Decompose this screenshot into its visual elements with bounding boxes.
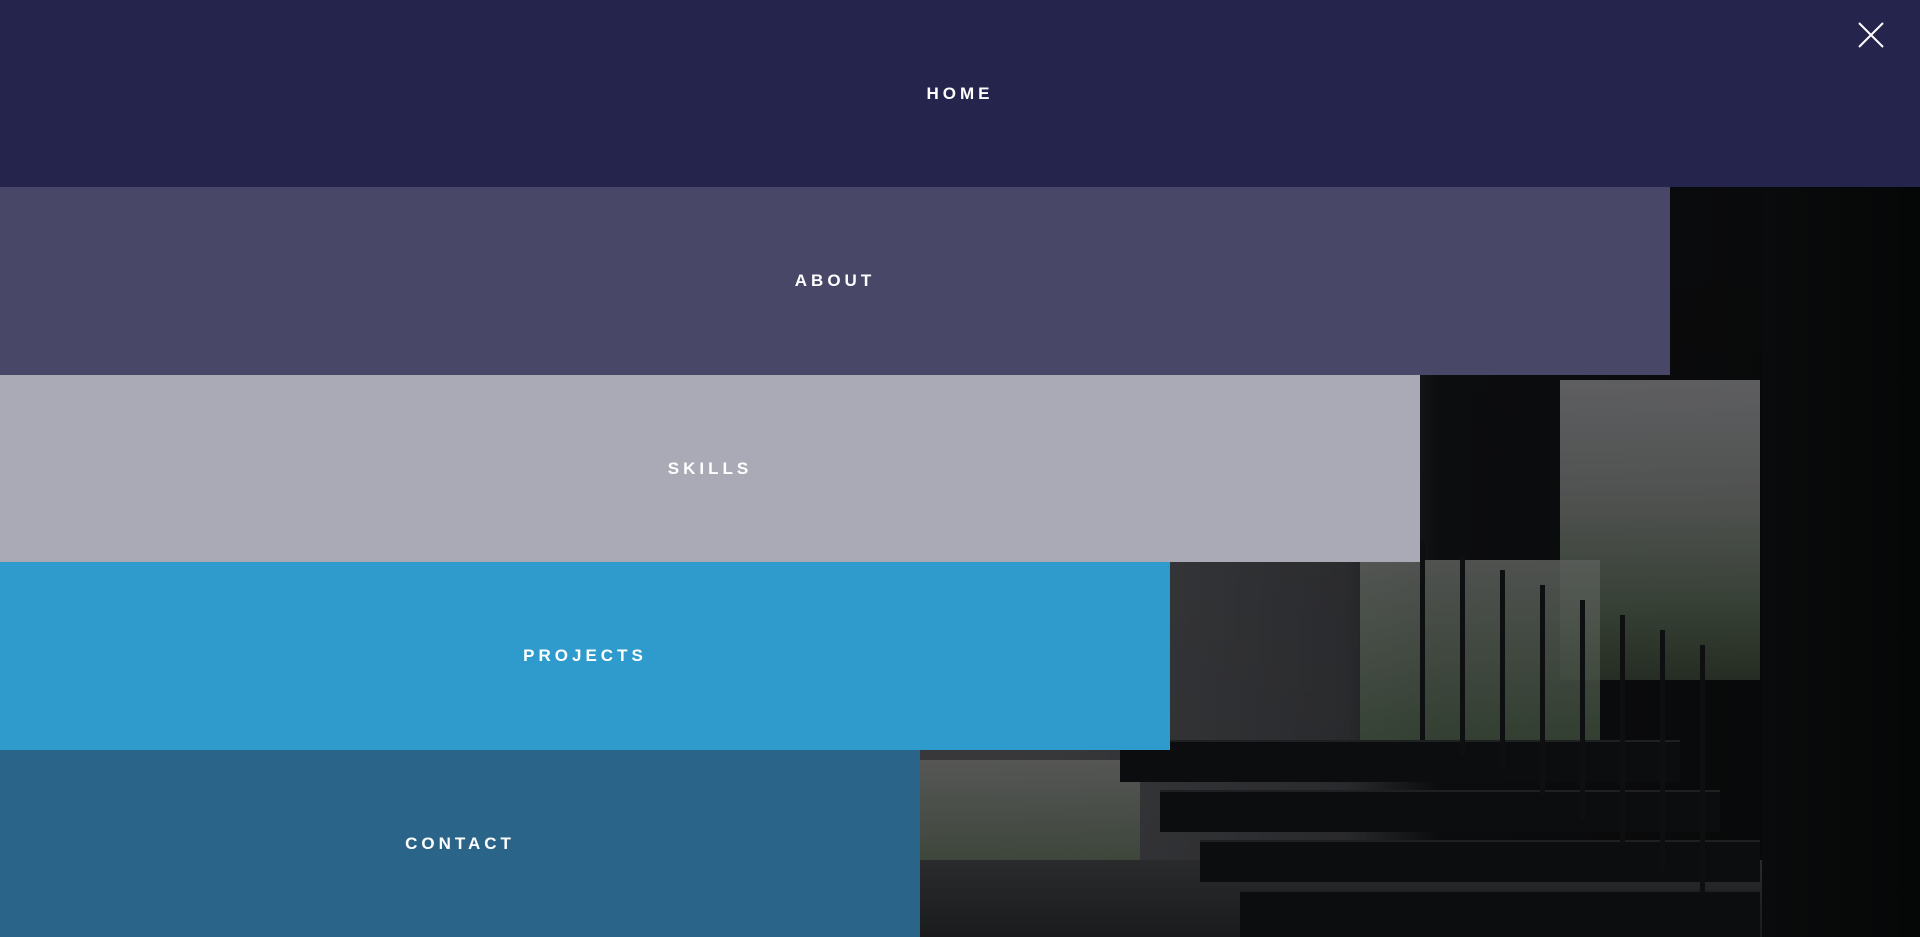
close-icon	[1858, 22, 1884, 48]
baluster	[1620, 615, 1625, 845]
menu-item-about[interactable]: ABOUT	[0, 187, 1670, 375]
baluster	[1660, 630, 1665, 870]
stair-step	[1160, 790, 1720, 832]
stair-step	[1240, 890, 1760, 937]
wall-pillar	[1762, 150, 1920, 937]
baluster	[1580, 600, 1585, 820]
baluster	[1500, 570, 1505, 770]
menu-item-label: PROJECTS	[523, 646, 647, 665]
menu-item-label: SKILLS	[667, 458, 753, 478]
window-light	[1360, 560, 1600, 740]
menu-item-label: CONTACT	[405, 833, 515, 853]
menu-item-projects[interactable]: PROJECTS	[0, 562, 1170, 750]
menu-item-skills[interactable]: SKILLS	[0, 375, 1420, 562]
baluster	[1700, 645, 1705, 895]
menu-item-home[interactable]: HOME	[0, 0, 1920, 187]
close-menu-button[interactable]	[1856, 20, 1886, 50]
baluster	[1420, 540, 1425, 740]
stair-step	[1120, 740, 1680, 782]
fullscreen-menu-overlay: HOME ABOUT SKILLS PROJECTS CONTACT	[0, 0, 1920, 937]
baluster	[1540, 585, 1545, 795]
menu-item-contact[interactable]: CONTACT	[0, 750, 920, 937]
baluster	[1460, 555, 1465, 755]
menu-item-label: HOME	[926, 83, 994, 103]
stair-step	[1200, 840, 1760, 882]
menu-item-label: ABOUT	[794, 271, 876, 290]
